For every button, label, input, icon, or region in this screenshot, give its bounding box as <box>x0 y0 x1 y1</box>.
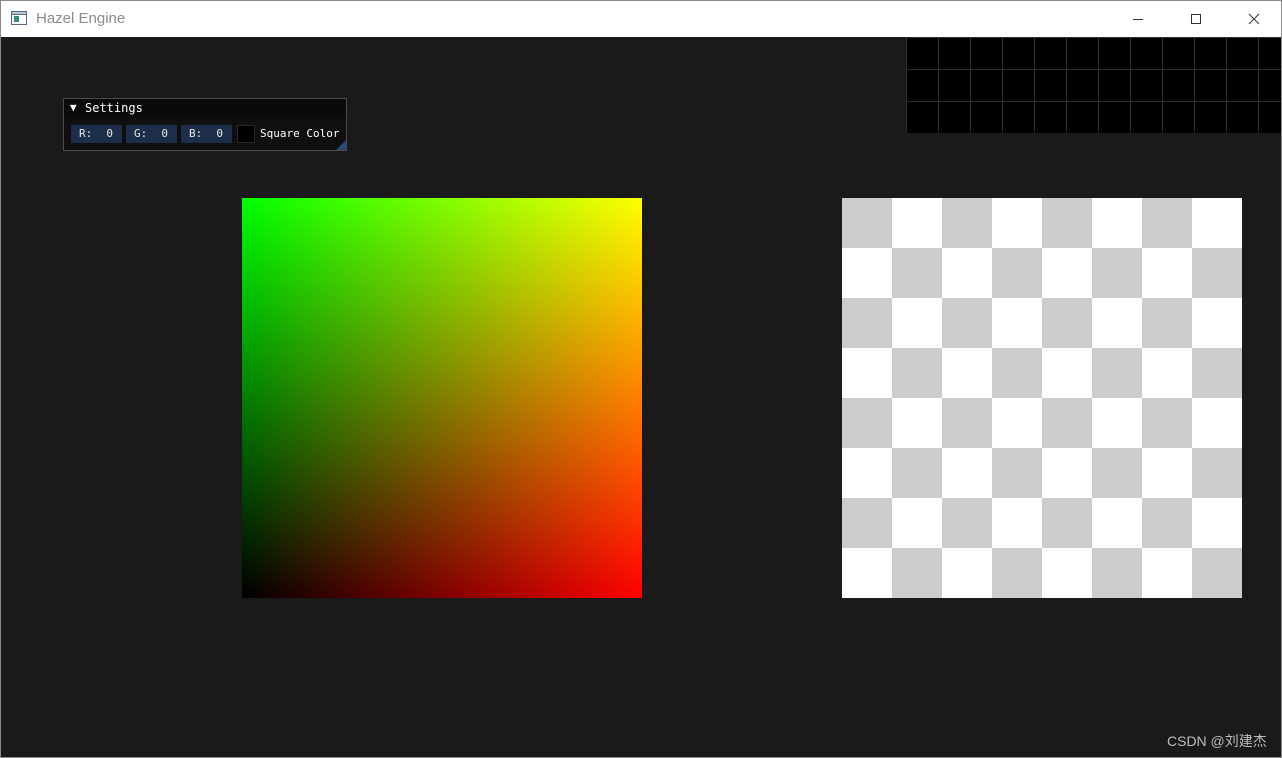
color-g-value: 0 <box>161 127 168 140</box>
render-viewport[interactable]: ▼ Settings R: 0 G: 0 B: 0 Square Color C… <box>1 37 1281 757</box>
maximize-button[interactable] <box>1167 1 1225 37</box>
resize-grip[interactable] <box>336 140 346 150</box>
close-icon <box>1248 13 1260 25</box>
settings-panel-title-bar[interactable]: ▼ Settings <box>64 99 346 117</box>
checkerboard-square <box>842 198 1242 598</box>
maximize-icon <box>1191 14 1201 24</box>
color-r-field[interactable]: R: 0 <box>71 125 122 143</box>
color-swatch[interactable] <box>237 125 255 143</box>
app-window: Hazel Engine ▼ Settings R: 0 G: 0 B: 0 S… <box>0 0 1282 758</box>
window-title: Hazel Engine <box>36 10 126 27</box>
color-g-label: G: <box>134 127 148 140</box>
minimize-icon <box>1133 19 1143 20</box>
watermark-text: CSDN @刘建杰 <box>1167 733 1267 749</box>
color-b-value: 0 <box>216 127 223 140</box>
color-r-value: 0 <box>106 127 113 140</box>
background-grid <box>906 37 1281 133</box>
minimize-button[interactable] <box>1109 1 1167 37</box>
title-bar[interactable]: Hazel Engine <box>1 1 1281 37</box>
close-button[interactable] <box>1225 1 1281 37</box>
settings-panel[interactable]: ▼ Settings R: 0 G: 0 B: 0 Square Color <box>63 98 347 151</box>
collapse-arrow-icon[interactable]: ▼ <box>70 99 77 117</box>
color-b-label: B: <box>189 127 203 140</box>
app-window-icon <box>11 11 27 25</box>
gradient-square <box>242 198 642 598</box>
color-g-field[interactable]: G: 0 <box>126 125 177 143</box>
square-color-label: Square Color <box>260 127 340 140</box>
settings-panel-title: Settings <box>85 101 143 115</box>
color-b-field[interactable]: B: 0 <box>181 125 232 143</box>
color-r-label: R: <box>79 127 93 140</box>
